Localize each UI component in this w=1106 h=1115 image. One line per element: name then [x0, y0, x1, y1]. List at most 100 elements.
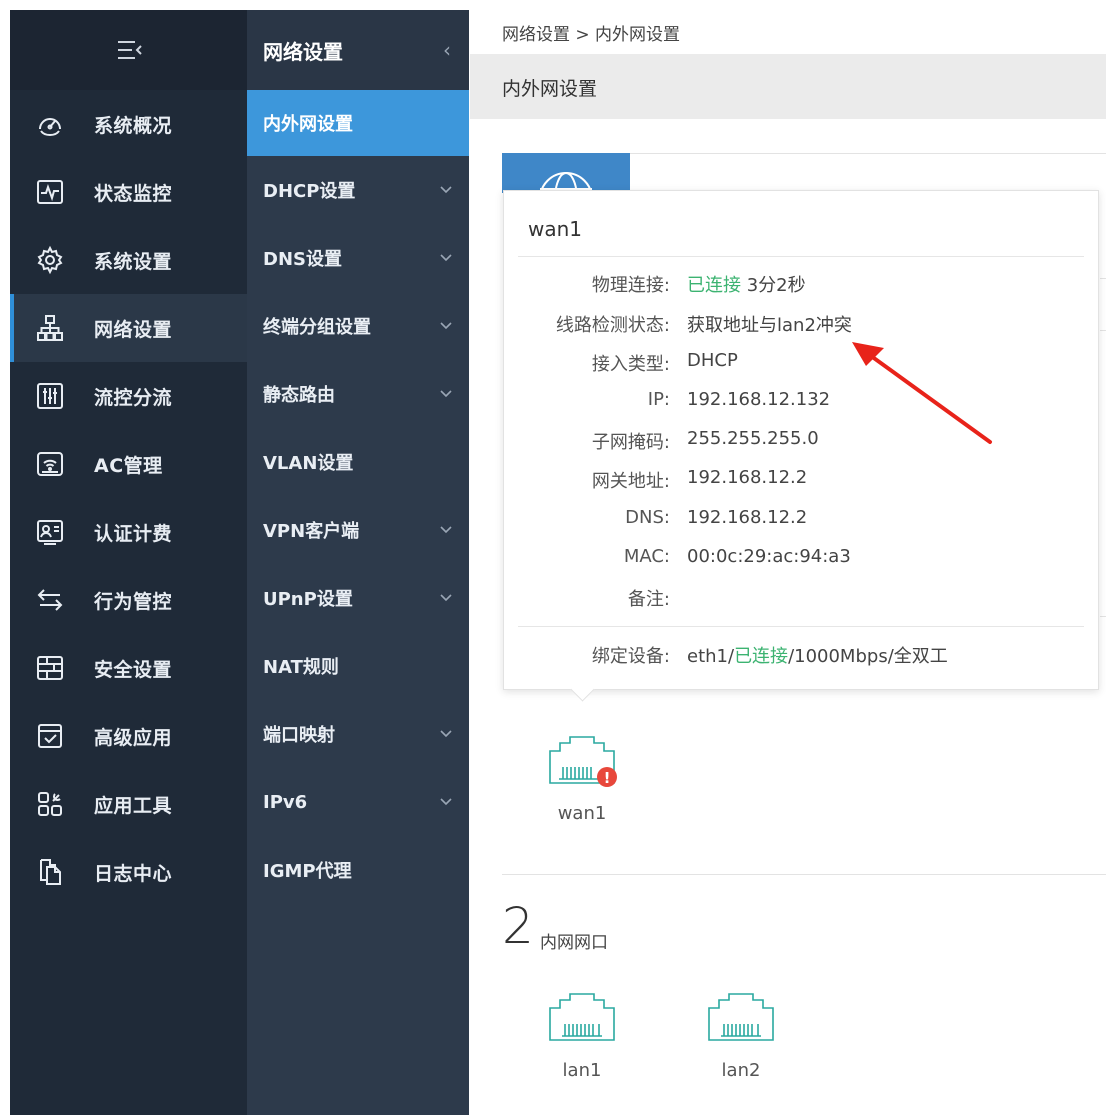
id-card-icon	[32, 514, 68, 550]
lan1-port[interactable]: lan1	[547, 990, 617, 1081]
sidebar-item-security[interactable]: 安全设置	[10, 634, 247, 702]
subnav-item[interactable]: NAT规则	[247, 632, 469, 700]
subnav-item-label: IGMP代理	[263, 861, 352, 882]
network-icon	[32, 310, 68, 346]
sub-sidebar: 网络设置 ‹ 内外网设置 DHCP设置 DNS设置 终端分组设置 静态路由 VLAN设置 V…	[247, 10, 469, 1115]
subnav-item-label: IPv6	[263, 791, 308, 813]
divider	[518, 256, 1084, 257]
ip-row: IP: 192.168.12.132	[504, 389, 1100, 419]
subnav-item[interactable]: 静态路由	[247, 360, 469, 428]
line-check-status: 获取地址与lan2冲突	[687, 315, 852, 336]
subnav-item[interactable]: IGMP代理	[247, 836, 469, 904]
sidebar-item-auth-billing[interactable]: 认证计费	[10, 498, 247, 566]
subnav-item-label: DHCP设置	[263, 181, 356, 202]
field-label: IP:	[647, 389, 670, 410]
subnav-item-label: 静态路由	[263, 385, 335, 406]
field-label: DNS:	[625, 507, 670, 528]
sidebar-item-label: 高级应用	[94, 726, 173, 749]
subnav-item-label: VLAN设置	[263, 453, 354, 474]
svg-text:!: !	[604, 769, 611, 787]
gateway-row: 网关地址: 192.168.12.2	[504, 467, 1100, 497]
subnav-item-label: 终端分组设置	[263, 317, 371, 338]
ethernet-port-icon	[549, 993, 615, 1041]
subnav-item[interactable]: DNS设置	[247, 224, 469, 292]
field-label: 接入类型:	[591, 354, 670, 375]
subnav-item-label: VPN客户端	[263, 521, 360, 542]
bound-speed: /1000Mbps/全双工	[788, 646, 948, 667]
page-title: 内外网设置	[502, 78, 598, 100]
subnav-item[interactable]: DHCP设置	[247, 156, 469, 224]
subnav-item[interactable]: UPnP设置	[247, 564, 469, 632]
menu-collapse-icon[interactable]	[109, 30, 149, 70]
sidebar-item-monitor[interactable]: 状态监控	[10, 158, 247, 226]
subnav-item[interactable]: 终端分组设置	[247, 292, 469, 360]
main-sidebar: 系统概况 状态监控 系统设置 网络设置 流控分流 AC管理 认证计费 行为管控	[10, 10, 247, 1115]
subnav-item-label: 端口映射	[263, 725, 335, 746]
lan-section-title: 内网网口	[540, 933, 608, 953]
field-label: 线路检测状态:	[555, 315, 670, 336]
sidebar-item-behavior-control[interactable]: 行为管控	[10, 566, 247, 634]
sidebar-item-label: 安全设置	[94, 658, 173, 681]
swap-arrows-icon	[32, 582, 68, 618]
field-label: 网关地址:	[591, 471, 670, 492]
subnet-mask-row: 子网掩码: 255.255.255.0	[504, 428, 1100, 458]
popover-title: wan1	[528, 217, 583, 241]
bound-status: 已连接	[734, 646, 789, 667]
main-content: 网络设置 > 内外网设置 内外网设置 ! wan1 2 内网网口 lan1 la…	[470, 0, 1106, 1115]
field-value: eth1/已连接/1000Mbps/全双工	[687, 642, 948, 668]
sidebar-item-label: 行为管控	[94, 590, 173, 613]
wan-tab[interactable]	[502, 153, 630, 193]
field-value: 192.168.12.2	[687, 467, 808, 488]
field-label: MAC:	[623, 546, 670, 567]
sidebar-item-network-settings[interactable]: 网络设置	[10, 294, 247, 362]
subnav-item[interactable]: 内外网设置	[247, 90, 469, 156]
divider	[1100, 616, 1106, 617]
sidebar-item-advanced[interactable]: 高级应用	[10, 702, 247, 770]
chevron-down-icon	[440, 186, 452, 194]
sidebar-item-ac-management[interactable]: AC管理	[10, 430, 247, 498]
wan1-port-label: wan1	[557, 803, 607, 824]
chevron-down-icon	[440, 254, 452, 262]
chevron-down-icon	[440, 322, 452, 330]
wan1-port[interactable]: ! wan1	[547, 733, 617, 824]
gear-icon	[32, 242, 68, 278]
wan1-info-popover: wan1 物理连接: 已连接 3分2秒 线路检测状态: 获取地址与lan2冲突 …	[503, 190, 1099, 690]
sidebar-item-overview[interactable]: 系统概况	[10, 90, 247, 158]
connection-duration: 3分2秒	[741, 275, 806, 296]
field-value: DHCP	[687, 350, 738, 371]
field-label: 子网掩码:	[591, 432, 670, 453]
subnav-item[interactable]: VLAN设置	[247, 428, 469, 496]
sidebar-item-flow-control[interactable]: 流控分流	[10, 362, 247, 430]
subnav-item[interactable]: 端口映射	[247, 700, 469, 768]
divider	[1100, 330, 1106, 331]
sidebar-item-label: AC管理	[94, 454, 163, 477]
physical-connection-row: 物理连接: 已连接 3分2秒	[504, 271, 1100, 301]
divider	[502, 874, 1106, 875]
field-label: 绑定设备:	[591, 646, 670, 667]
lan2-port[interactable]: lan2	[706, 990, 776, 1081]
monitor-icon	[32, 174, 68, 210]
collapse-chevron-icon[interactable]: ‹	[443, 38, 451, 62]
sidebar-item-system-settings[interactable]: 系统设置	[10, 226, 247, 294]
access-type-row: 接入类型: DHCP	[504, 350, 1100, 380]
sidebar-item-logs[interactable]: 日志中心	[10, 838, 247, 906]
lan1-port-label: lan1	[562, 1060, 602, 1081]
connection-status: 已连接	[687, 275, 741, 296]
chevron-down-icon	[440, 390, 452, 398]
sidebar-item-label: 应用工具	[94, 794, 173, 817]
subnav-item[interactable]: VPN客户端	[247, 496, 469, 564]
page-title-bar: 内外网设置	[470, 54, 1106, 119]
sidebar-item-tools[interactable]: 应用工具	[10, 770, 247, 838]
field-value: 192.168.12.2	[687, 507, 808, 528]
wifi-router-icon	[32, 446, 68, 482]
subnav-item[interactable]: IPv6	[247, 768, 469, 836]
subnav-item-label: NAT规则	[263, 657, 339, 678]
checklist-icon	[32, 718, 68, 754]
bound-port: eth1/	[687, 646, 735, 667]
field-value: 192.168.12.132	[687, 389, 831, 410]
ethernet-port-icon: !	[549, 736, 617, 787]
sidebar-header	[10, 10, 247, 90]
field-value: 255.255.255.0	[687, 428, 819, 449]
divider	[518, 626, 1084, 627]
mac-row: MAC: 00:0c:29:ac:94:a3	[504, 546, 1100, 576]
